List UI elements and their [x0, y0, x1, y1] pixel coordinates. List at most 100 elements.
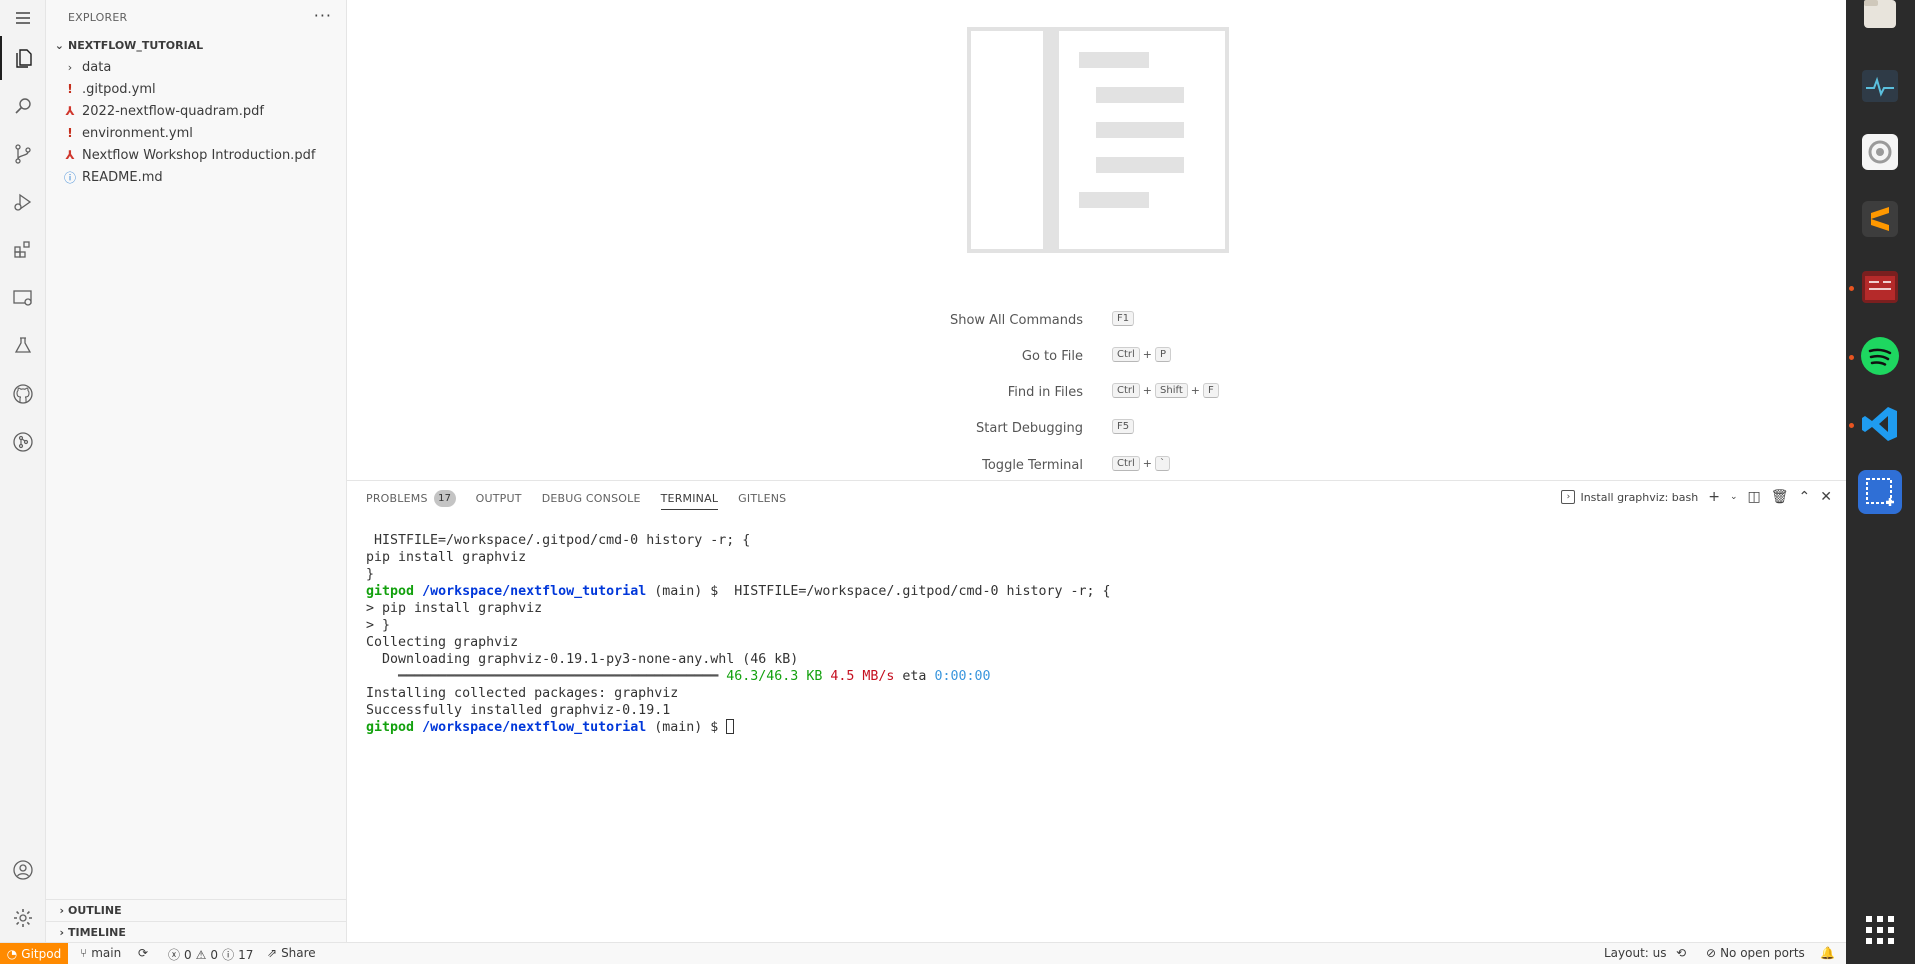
share-button[interactable]: ⇗ Share: [267, 946, 316, 960]
tab-output[interactable]: OUTPUT: [476, 481, 522, 516]
remote-explorer-icon[interactable]: [0, 276, 46, 320]
shortcut-label: Find in Files: [1007, 385, 1083, 400]
share-label: Share: [281, 946, 316, 960]
outline-section[interactable]: › OUTLINE: [46, 899, 346, 921]
terminal-line: > }: [366, 618, 391, 633]
tree-item-label: Nextflow Workshop Introduction.pdf: [82, 147, 316, 163]
close-icon[interactable]: ✕: [1820, 489, 1832, 505]
progress-bar: ━━━━━━━━━━━━━━━━━━━━━━━━━━━━━━━━━━━━━━━━: [398, 669, 719, 684]
ports-indicator[interactable]: ⊘ No open ports: [1706, 946, 1805, 960]
tree-item-label: environment.yml: [82, 125, 193, 141]
tree-item-workshop-pdf[interactable]: ⅄ Nextflow Workshop Introduction.pdf: [46, 144, 346, 166]
shortcut-go-to-file: Go to File Ctrl + P: [347, 346, 1846, 368]
tree-item-label: README.md: [82, 169, 163, 185]
timeline-section[interactable]: › TIMELINE: [46, 921, 346, 943]
trash-icon[interactable]: 🗑: [1771, 489, 1789, 505]
extensions-icon[interactable]: [0, 228, 46, 272]
shortcut-label: Show All Commands: [949, 313, 1083, 328]
more-actions-icon[interactable]: ···: [314, 6, 332, 25]
git-branch-icon: ⑂: [80, 946, 88, 960]
source-control-icon[interactable]: [0, 132, 46, 176]
system-monitor-icon[interactable]: [1858, 64, 1902, 108]
activity-bar: [0, 0, 46, 942]
tab-debug-console[interactable]: DEBUG CONSOLE: [542, 481, 641, 516]
settings-gear-icon[interactable]: [0, 896, 46, 940]
problems-count-badge: 17: [433, 490, 456, 507]
info-icon: ⓘ: [222, 948, 235, 962]
running-indicator: [1849, 423, 1854, 428]
ubuntu-dock: [1846, 0, 1915, 964]
explorer-sidebar: EXPLORER ··· ⌄ NEXTFLOW_TUTORIAL › data …: [46, 0, 347, 942]
split-terminal-icon[interactable]: ◫: [1748, 489, 1761, 505]
explorer-icon[interactable]: [0, 36, 46, 80]
files-app-icon[interactable]: [1858, 0, 1902, 36]
warning-count: 0: [210, 947, 219, 962]
terminal-name: Install graphviz: bash: [1580, 490, 1699, 504]
gitlens-icon[interactable]: [0, 420, 46, 464]
gitpod-icon: ◔: [6, 946, 18, 961]
info-icon: ⓘ: [63, 170, 76, 185]
tab-gitlens[interactable]: GITLENS: [738, 481, 786, 516]
shortcut-find-in-files: Find in Files Ctrl + Shift + F: [347, 382, 1846, 404]
no-ports-icon: ⊘: [1706, 946, 1717, 960]
chevron-down-icon[interactable]: ⌄: [1730, 492, 1738, 502]
tree-item-gitpod-yml[interactable]: ! .gitpod.yml: [46, 78, 346, 100]
progress-size: 46.3/46.3 KB: [726, 669, 823, 684]
show-applications-icon[interactable]: [1858, 908, 1902, 952]
sync-icon[interactable]: ⟳: [138, 946, 148, 960]
shortcut-label: Toggle Terminal: [982, 458, 1083, 473]
tree-item-label: data: [82, 59, 112, 75]
key-cap: F1: [1112, 311, 1135, 326]
chevron-right-icon: ›: [67, 60, 73, 74]
sublime-text-icon[interactable]: [1858, 197, 1902, 241]
terminal-selector[interactable]: › Install graphviz: bash: [1561, 490, 1698, 504]
editor-area: Show All Commands F1 Go to File Ctrl + P …: [347, 0, 1846, 480]
progress-speed: 4.5 MB/s: [830, 669, 895, 684]
tree-item-data[interactable]: › data: [46, 56, 346, 78]
remote-indicator[interactable]: ◔ Gitpod: [0, 943, 68, 964]
tab-problems[interactable]: PROBLEMS 17: [366, 481, 456, 516]
outline-label: OUTLINE: [68, 904, 122, 917]
terminal-app-icon[interactable]: [1858, 265, 1902, 309]
remote-label: Gitpod: [21, 946, 62, 961]
testing-icon[interactable]: [0, 324, 46, 368]
prompt-branch: (main) $: [646, 720, 727, 735]
spotify-icon[interactable]: [1858, 334, 1902, 378]
run-debug-icon[interactable]: [0, 180, 46, 224]
terminal-icon: ›: [1561, 490, 1576, 504]
error-icon: ⓧ: [168, 948, 181, 962]
maximize-panel-icon[interactable]: ⌃: [1799, 489, 1811, 505]
terminal-line: > pip install graphviz: [366, 601, 543, 616]
account-icon[interactable]: [0, 848, 46, 892]
menu-icon[interactable]: [0, 0, 46, 36]
key-cap: Ctrl: [1112, 383, 1140, 398]
key-cap: F5: [1112, 419, 1135, 434]
tab-label: PROBLEMS: [366, 492, 428, 505]
problems-indicator[interactable]: ⓧ 0 ⚠ 0 ⓘ 17: [168, 946, 253, 963]
github-icon[interactable]: [0, 372, 46, 416]
terminal-line: pip install graphviz: [366, 550, 527, 565]
key-cap: Ctrl: [1112, 347, 1140, 362]
history-icon[interactable]: ⟲: [1676, 946, 1686, 960]
vscode-app-icon[interactable]: [1858, 402, 1902, 446]
tree-item-environment-yml[interactable]: ! environment.yml: [46, 122, 346, 144]
new-terminal-icon[interactable]: +: [1708, 489, 1720, 505]
yaml-icon: !: [67, 126, 73, 140]
ports-label: No open ports: [1720, 946, 1805, 960]
terminal-output[interactable]: HISTFILE=/workspace/.gitpod/cmd-0 histor…: [366, 532, 1111, 736]
keyboard-layout[interactable]: Layout: us: [1604, 946, 1667, 960]
terminal-line: Successfully installed graphviz-0.19.1: [366, 703, 671, 718]
progress-eta-label: eta: [902, 669, 927, 684]
prompt-branch: (main) $: [646, 584, 727, 599]
search-icon[interactable]: [0, 84, 46, 128]
settings-app-icon[interactable]: [1858, 130, 1902, 174]
screenshot-tool-icon[interactable]: [1858, 470, 1902, 514]
root-folder[interactable]: ⌄ NEXTFLOW_TUTORIAL: [46, 34, 346, 56]
notifications-bell-icon[interactable]: 🔔: [1820, 946, 1835, 960]
branch-indicator[interactable]: ⑂ main: [80, 946, 121, 960]
terminal-line: HISTFILE=/workspace/.gitpod/cmd-0 histor…: [366, 533, 751, 548]
tree-item-quadram-pdf[interactable]: ⅄ 2022-nextflow-quadram.pdf: [46, 100, 346, 122]
tree-item-readme[interactable]: ⓘ README.md: [46, 166, 346, 188]
info-count: 17: [238, 947, 254, 962]
tab-terminal[interactable]: TERMINAL: [660, 481, 719, 516]
